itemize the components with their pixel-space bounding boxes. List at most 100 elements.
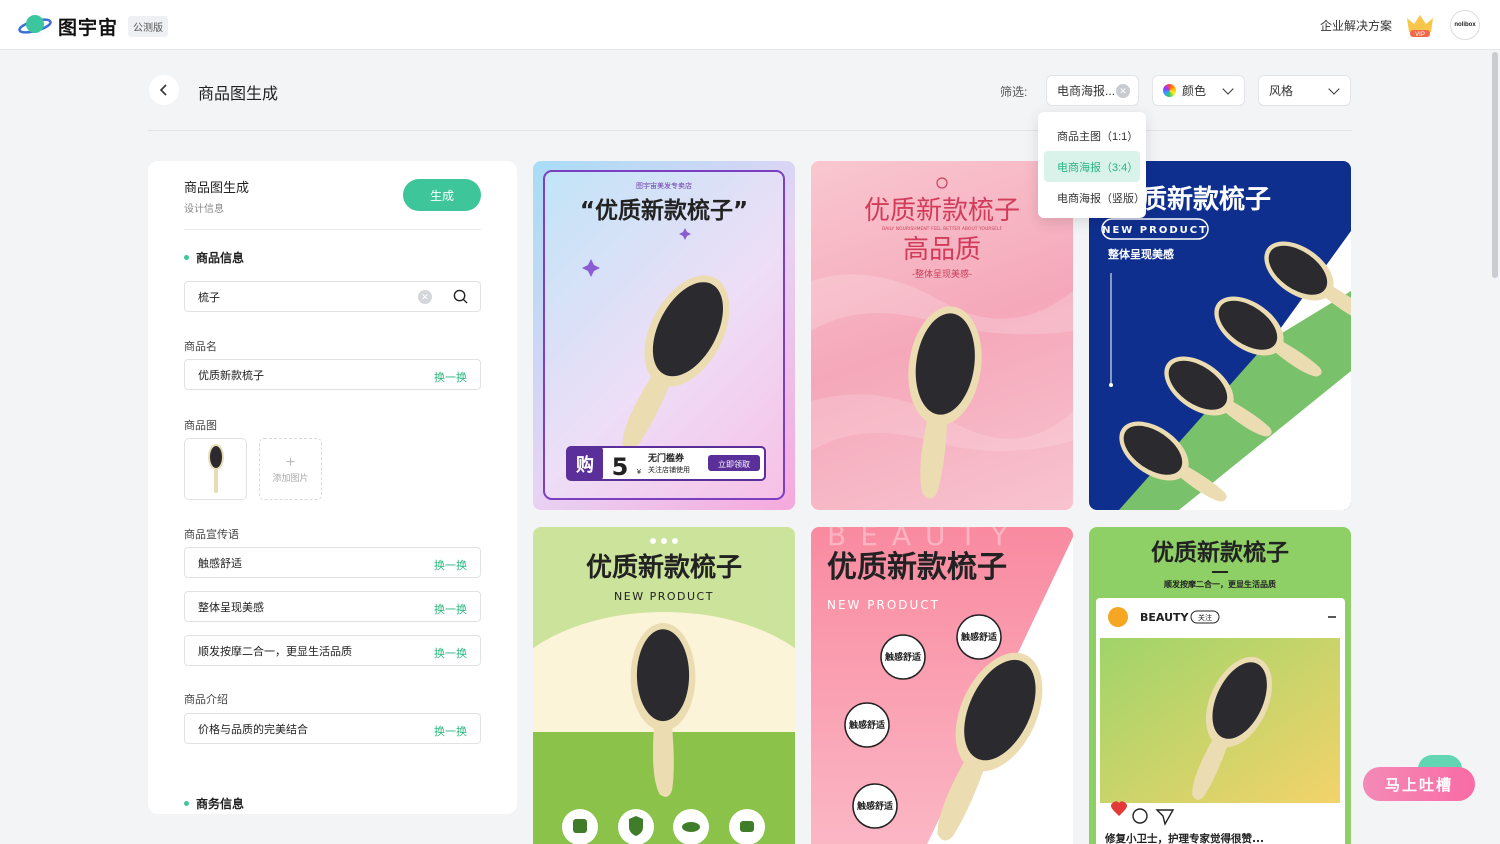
vip-label: VIP — [1415, 32, 1425, 38]
user-avatar[interactable]: nolibox — [1450, 10, 1480, 40]
feature-tag: 触感舒适 — [848, 719, 885, 731]
section-business-info: 商务信息 — [184, 795, 244, 812]
top-bar: 图宇宙 公测版 企业解决方案 VIP nolibox — [0, 0, 1500, 50]
filter-style-label: 风格 — [1269, 84, 1294, 98]
poster-card-2[interactable]: 优质新款梳子 DAILY NOURISHMENT FEEL BETTER ABO… — [811, 161, 1073, 510]
claim-button: 立即领取 — [718, 459, 750, 469]
cup-icon — [740, 821, 754, 832]
filter-type-select[interactable]: 电商海报... ✕ — [1046, 75, 1139, 106]
poster-card-1[interactable]: 图宇宙美发专卖店 “优质新款梳子” 购 5 ¥ 无门槛券 关注店铺使用 立即领取 — [533, 161, 795, 510]
dropdown-option-main-image[interactable]: 商品主图（1:1） — [1044, 120, 1140, 151]
poster-card-6[interactable]: 优质新款梳子 顺发按摩二合一，更显生活品质 BEAUTY 关注 修复小卫士，护理… — [1089, 527, 1351, 844]
intro-value: 价格与品质的完美结合 — [198, 723, 308, 736]
poster-headline: 优质新款梳子 — [586, 552, 742, 583]
background-word: BEAUTY — [827, 527, 1022, 552]
swap-button[interactable]: 换一换 — [434, 601, 467, 617]
add-image-label: 添加图片 — [272, 472, 309, 483]
filter-type-value: 电商海报... — [1057, 84, 1116, 98]
chevron-left-icon — [159, 84, 167, 96]
poster-headline: 质新款梳子 — [1141, 184, 1271, 215]
shop-name: 图宇宙美发专卖店 — [636, 181, 692, 190]
planet-logo-icon[interactable] — [18, 11, 52, 39]
intro-label: 商品介绍 — [184, 694, 228, 706]
poster-tagline: DAILY NOURISHMENT FEEL BETTER ABOUT YOUR… — [882, 226, 1003, 232]
swap-button[interactable]: 换一换 — [434, 369, 467, 385]
product-image-thumbnail[interactable] — [184, 438, 247, 500]
swap-button[interactable]: 换一换 — [434, 645, 467, 661]
poster-slogan: -整体呈现美感- — [912, 268, 972, 280]
smile-icon — [682, 822, 700, 832]
slogan-value: 触感舒适 — [198, 557, 242, 570]
coupon-title: 无门槛券 — [647, 452, 685, 464]
poster-subheadline: NEW PRODUCT — [614, 590, 714, 603]
chevron-down-icon — [1222, 83, 1234, 95]
section-product-info: 商品信息 — [184, 249, 244, 266]
generate-button[interactable]: 生成 — [403, 179, 481, 211]
add-image-button[interactable]: + 添加图片 — [259, 438, 322, 500]
search-icon[interactable] — [453, 289, 468, 304]
product-name-field[interactable]: 优质新款梳子 换一换 — [184, 359, 481, 390]
slogan-field-1[interactable]: 触感舒适 换一换 — [184, 547, 481, 578]
beta-badge: 公测版 — [128, 16, 168, 37]
slogan-field-3[interactable]: 顺发按摩二合一，更显生活品质 换一换 — [184, 635, 481, 666]
poster-subheadline: 高品质 — [903, 235, 981, 265]
divider — [184, 229, 481, 230]
color-wheel-icon — [1163, 84, 1176, 97]
feedback-button[interactable]: 马上吐槽 — [1363, 767, 1475, 801]
account-name: BEAUTY — [1140, 611, 1190, 624]
poster-headline: “优质新款梳子” — [580, 197, 748, 224]
follow-button: 关注 — [1198, 613, 1212, 622]
divider — [148, 130, 1352, 131]
post-caption: 修复小卫士，护理专家觉得很赞... — [1104, 832, 1264, 844]
poster-slogan: 顺发按摩二合一，更显生活品质 — [1164, 579, 1276, 589]
brand-name[interactable]: 图宇宙 — [58, 13, 118, 40]
clear-icon[interactable]: ✕ — [418, 290, 432, 304]
product-name-value: 优质新款梳子 — [198, 369, 264, 382]
clear-icon[interactable]: ✕ — [1116, 84, 1130, 98]
new-product-badge: NEW PRODUCT — [1102, 225, 1208, 236]
poster-art: 优质新款梳子 顺发按摩二合一，更显生活品质 BEAUTY 关注 修复小卫士，护理… — [1096, 539, 1345, 844]
dropdown-option-poster-vertical[interactable]: 电商海报（竖版） — [1044, 182, 1145, 213]
product-search-input[interactable]: 梳子 ✕ — [184, 281, 481, 312]
panel-title: 商品图生成 — [184, 180, 250, 195]
poster-art: 优质新款梳子 NEW PRODUCT — [533, 538, 795, 844]
feature-tag: 触感舒适 — [884, 651, 921, 663]
plus-icon: + — [285, 453, 296, 471]
feature-tag: 触感舒适 — [960, 631, 997, 643]
filter-color-select[interactable]: 颜色 — [1152, 75, 1245, 106]
page-scrollbar[interactable] — [1492, 52, 1498, 278]
filter-style-select[interactable]: 风格 — [1258, 75, 1351, 106]
product-image-label: 商品图 — [184, 420, 217, 432]
tooth-icon — [573, 819, 587, 833]
coupon-amount: 5 — [612, 453, 629, 481]
vip-crown-icon[interactable]: VIP — [1404, 12, 1436, 38]
slogan-label: 商品宣传语 — [184, 529, 239, 541]
poster-slogan: 整体呈现美感 — [1107, 247, 1174, 261]
design-info-panel: 商品图生成 设计信息 生成 商品信息 梳子 ✕ 商品名 优质新款梳子 换一换 商… — [148, 161, 517, 814]
poster-card-5[interactable]: BEAUTY 优质新款梳子 NEW PRODUCT 触感舒适 触感舒适 触感舒适… — [811, 527, 1073, 844]
filter-type-dropdown: 商品主图（1:1） 电商海报（3:4） 电商海报（竖版） — [1038, 112, 1146, 218]
intro-field[interactable]: 价格与品质的完美结合 换一换 — [184, 713, 481, 744]
panel-subtitle: 设计信息 — [184, 204, 224, 215]
hairbrush-image — [207, 444, 224, 493]
feature-tag: 触感舒适 — [856, 800, 893, 812]
swap-button[interactable]: 换一换 — [434, 723, 467, 739]
slogan-field-2[interactable]: 整体呈现美感 换一换 — [184, 591, 481, 622]
swap-button[interactable]: 换一换 — [434, 557, 467, 573]
enterprise-solutions-link[interactable]: 企业解决方案 — [1320, 17, 1392, 34]
page-title: 商品图生成 — [198, 86, 279, 103]
poster-headline: 优质新款梳子 — [827, 550, 1007, 585]
slogan-value: 顺发按摩二合一，更显生活品质 — [198, 645, 352, 658]
poster-headline: 优质新款梳子 — [864, 196, 1020, 226]
dropdown-option-poster-3-4[interactable]: 电商海报（3:4） — [1044, 151, 1140, 182]
poster-art: 优质新款梳子 DAILY NOURISHMENT FEEL BETTER ABO… — [811, 177, 1073, 503]
currency-symbol: ¥ — [637, 468, 642, 476]
poster-card-4[interactable]: 优质新款梳子 NEW PRODUCT — [533, 527, 795, 844]
search-value: 梳子 — [198, 291, 220, 304]
back-button[interactable] — [149, 75, 179, 105]
poster-headline: 优质新款梳子 — [1151, 539, 1289, 566]
chevron-down-icon — [1328, 83, 1340, 95]
buy-label: 购 — [576, 454, 594, 476]
poster-subheadline: NEW PRODUCT — [827, 598, 940, 612]
product-name-label: 商品名 — [184, 341, 217, 353]
